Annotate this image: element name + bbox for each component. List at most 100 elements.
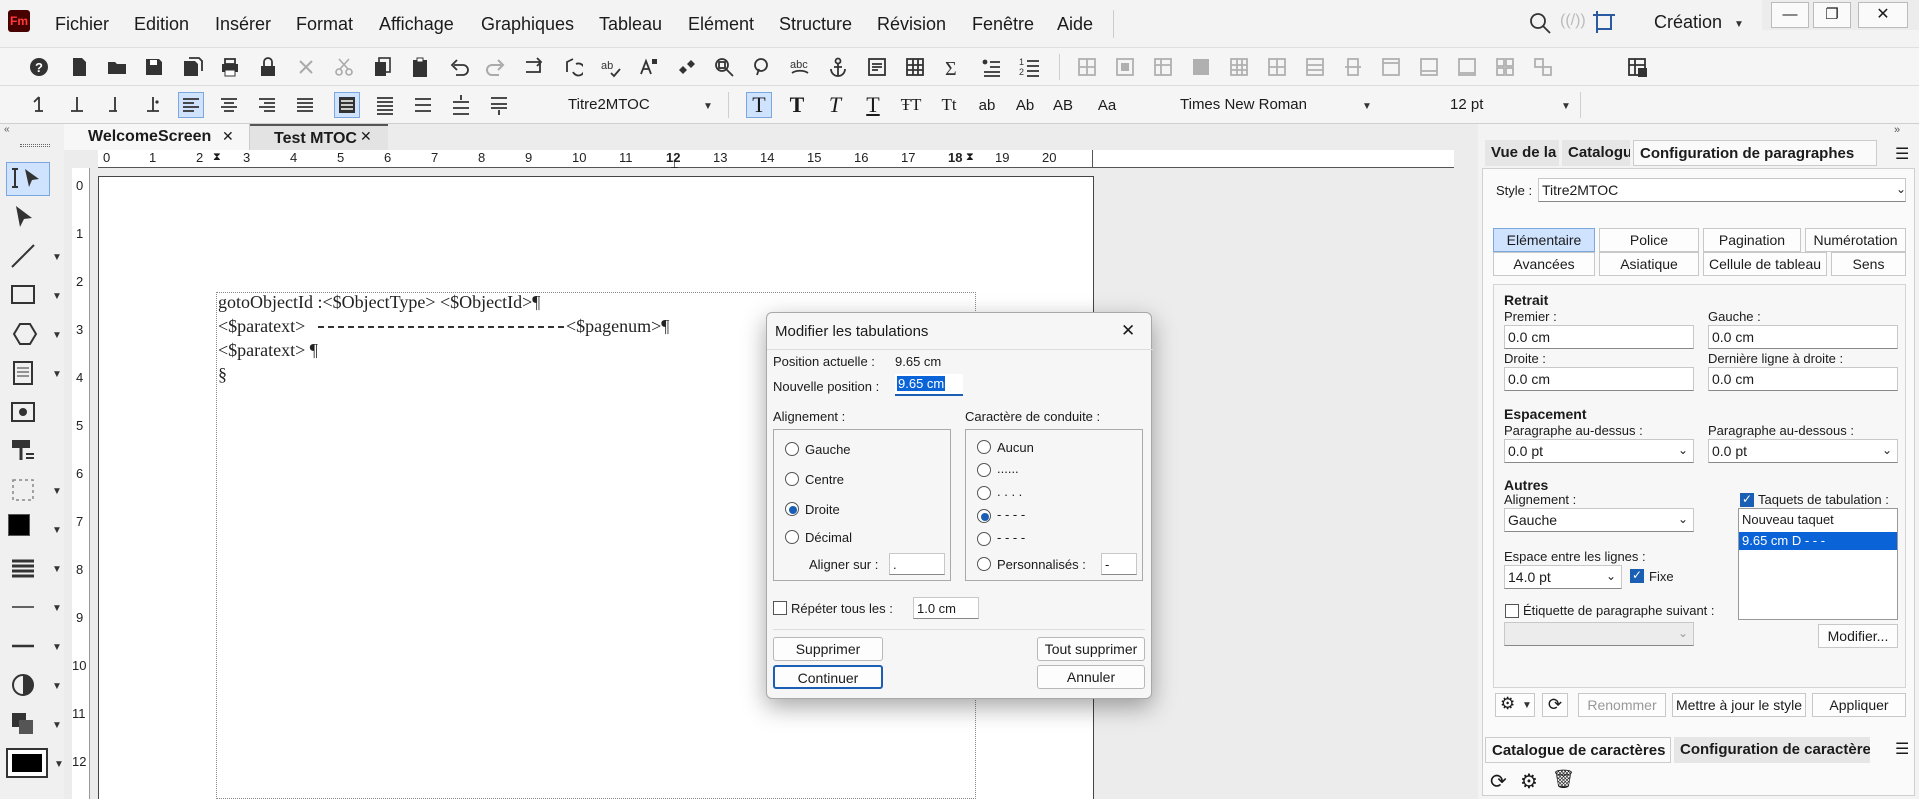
char-bold-button[interactable]: T bbox=[784, 92, 810, 118]
align-left-icon[interactable] bbox=[178, 92, 204, 118]
grip-icon[interactable] bbox=[20, 144, 50, 147]
help-icon[interactable]: ? bbox=[26, 54, 52, 80]
modifier-button[interactable]: Modifier... bbox=[1818, 624, 1898, 648]
paragraph-style-select[interactable]: Titre2MTOC bbox=[568, 92, 718, 118]
char-superscript-button[interactable]: Tt bbox=[936, 92, 962, 118]
repeat-icon[interactable] bbox=[521, 54, 547, 80]
radio-droite[interactable] bbox=[785, 502, 799, 516]
radio-decimal[interactable] bbox=[785, 530, 799, 544]
doc-line-3[interactable]: <$paratext> ¶ bbox=[218, 340, 318, 361]
align-center-icon[interactable] bbox=[216, 92, 242, 118]
subtab-sens[interactable]: Sens bbox=[1831, 252, 1906, 276]
subtab-avancees[interactable]: Avancées bbox=[1493, 252, 1595, 276]
subtab-cellule[interactable]: Cellule de tableau bbox=[1703, 252, 1827, 276]
subtab-asiatique[interactable]: Asiatique bbox=[1599, 252, 1699, 276]
open-folder-icon[interactable] bbox=[104, 54, 130, 80]
dialog-close-icon[interactable]: ✕ bbox=[1121, 321, 1135, 341]
menu-edition[interactable]: Edition bbox=[134, 14, 189, 35]
doc-line-end[interactable]: § bbox=[218, 364, 227, 385]
lock-icon[interactable] bbox=[255, 54, 281, 80]
chevron-down-icon[interactable]: ▼ bbox=[52, 681, 62, 692]
chevron-down-icon[interactable]: ▼ bbox=[52, 564, 62, 575]
para-dessus-select[interactable]: 0.0 pt bbox=[1504, 439, 1694, 463]
crop-frame-icon[interactable] bbox=[1592, 10, 1616, 37]
print-icon[interactable] bbox=[217, 54, 243, 80]
panel-menu-icon[interactable]: ☰ bbox=[1895, 739, 1909, 759]
repeat-input[interactable]: 1.0 cm bbox=[913, 597, 979, 619]
menu-structure[interactable]: Structure bbox=[779, 14, 852, 35]
line-tool-icon[interactable] bbox=[8, 241, 38, 274]
space-above-icon[interactable] bbox=[448, 92, 474, 118]
line-spacing-double-icon[interactable] bbox=[410, 92, 436, 118]
save-icon[interactable] bbox=[141, 54, 167, 80]
annuler-button[interactable]: Annuler bbox=[1037, 665, 1145, 689]
chevron-down-icon[interactable]: ▼ bbox=[703, 101, 713, 112]
chevron-down-icon[interactable]: ▼ bbox=[52, 369, 62, 380]
tab-center-icon[interactable] bbox=[64, 92, 90, 118]
close-window-button[interactable]: ✕ bbox=[1858, 2, 1908, 28]
save-as-icon[interactable] bbox=[179, 54, 205, 80]
doc-line-2-paratext[interactable]: <$paratext> bbox=[218, 316, 305, 337]
menu-aide[interactable]: Aide bbox=[1057, 14, 1093, 35]
tab-configuration-paragraphes[interactable]: Configuration de paragraphes bbox=[1633, 140, 1877, 166]
menu-revision[interactable]: Révision bbox=[877, 14, 946, 35]
insert-frame-icon[interactable] bbox=[864, 54, 890, 80]
style-select[interactable]: Titre2MTOC bbox=[1538, 178, 1906, 202]
align-on-input[interactable]: . bbox=[889, 553, 945, 575]
chevron-down-icon[interactable]: ⌄ bbox=[1678, 512, 1688, 526]
chevron-down-icon[interactable]: ⌄ bbox=[1678, 443, 1688, 457]
para-dessous-select[interactable]: 0.0 pt bbox=[1708, 439, 1898, 463]
spell-check-icon[interactable]: ab bbox=[597, 54, 623, 80]
selection-marquee-icon[interactable] bbox=[8, 475, 38, 508]
insert-table-icon[interactable] bbox=[902, 54, 928, 80]
search-icon[interactable] bbox=[1527, 10, 1553, 39]
minimize-button[interactable]: — bbox=[1771, 2, 1809, 28]
tout-supprimer-button[interactable]: Tout supprimer bbox=[1037, 637, 1145, 661]
stroke-color-swatch[interactable] bbox=[6, 748, 48, 778]
doc-line-2-pagenum[interactable]: <$pagenum>¶ bbox=[566, 316, 669, 337]
panel-menu-icon[interactable]: ☰ bbox=[1895, 144, 1909, 164]
taquet-item-selected[interactable]: 9.65 cm D - - - bbox=[1739, 532, 1897, 550]
taquet-item[interactable]: Nouveau taquet bbox=[1742, 512, 1834, 527]
paste-icon[interactable] bbox=[407, 54, 433, 80]
radio-leader-spaced-dots[interactable] bbox=[977, 486, 991, 500]
radio-leader-custom[interactable] bbox=[977, 557, 991, 571]
char-strike-button[interactable]: ŦT bbox=[898, 92, 924, 118]
char-uppercase-button[interactable]: AB bbox=[1050, 92, 1076, 118]
tint-icon[interactable] bbox=[8, 670, 38, 703]
font-family-select[interactable]: Times New Roman bbox=[1180, 92, 1340, 118]
alignement-select[interactable]: Gauche bbox=[1504, 508, 1694, 532]
chevron-down-icon[interactable]: ▼ bbox=[52, 291, 62, 302]
gear-icon[interactable]: ⚙ bbox=[1520, 769, 1538, 794]
premier-input[interactable]: 0.0 cm bbox=[1504, 325, 1694, 349]
chevron-down-icon[interactable]: ▼ bbox=[54, 759, 64, 770]
fill-color-swatch[interactable] bbox=[8, 514, 30, 536]
tab-right-icon[interactable] bbox=[102, 92, 128, 118]
settings-menu-button[interactable]: ⚙ ▼ bbox=[1495, 693, 1535, 717]
menu-fichier[interactable]: Fichier bbox=[55, 14, 109, 35]
tab-stop-marker-icon[interactable]: ⊥ bbox=[670, 160, 679, 171]
line-spacing-single-icon[interactable] bbox=[334, 92, 360, 118]
menu-format[interactable]: Format bbox=[296, 14, 353, 35]
menu-element[interactable]: Elément bbox=[688, 14, 754, 35]
radio-leader-aucun[interactable] bbox=[977, 440, 991, 454]
repeat-checkbox[interactable] bbox=[773, 601, 787, 615]
droite-input[interactable]: 0.0 cm bbox=[1504, 367, 1694, 391]
radio-gauche[interactable] bbox=[785, 442, 799, 456]
refresh-icon[interactable]: ⟳ bbox=[1542, 693, 1568, 717]
spelling-icon[interactable]: abc bbox=[787, 54, 813, 80]
appliquer-button[interactable]: Appliquer bbox=[1812, 693, 1906, 717]
equation-icon[interactable]: Σ bbox=[940, 54, 966, 80]
restore-button[interactable]: ❐ bbox=[1813, 2, 1851, 28]
line-spacing-15-icon[interactable] bbox=[372, 92, 398, 118]
zoom-page-icon[interactable] bbox=[711, 54, 737, 80]
mettre-a-jour-button[interactable]: Mettre à jour le style bbox=[1672, 693, 1806, 717]
new-document-icon[interactable] bbox=[66, 54, 92, 80]
insert-element-icon[interactable] bbox=[673, 54, 699, 80]
graphic-frame-tool-icon[interactable] bbox=[8, 397, 38, 430]
text-frame-tool-icon[interactable] bbox=[8, 358, 38, 391]
new-position-input[interactable]: 9.65 cm bbox=[895, 374, 963, 396]
table-designer-icon[interactable] bbox=[1624, 54, 1650, 80]
chevron-down-icon[interactable]: ▼ bbox=[52, 525, 62, 536]
radio-leader-dots[interactable] bbox=[977, 463, 991, 477]
